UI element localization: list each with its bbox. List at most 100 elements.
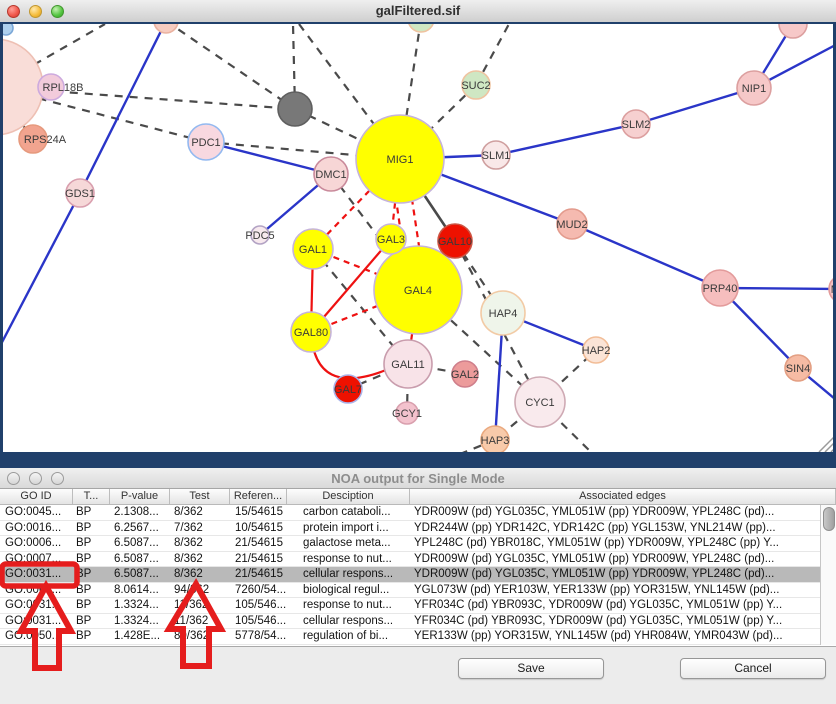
graph-node-toppink[interactable] <box>154 24 178 33</box>
table-cell[interactable]: BP <box>73 583 110 598</box>
table-cell[interactable]: 105/546... <box>230 598 287 613</box>
table-cell[interactable]: GO:0031... <box>0 598 73 613</box>
table-cell[interactable]: 8/362 <box>170 505 230 520</box>
table-row[interactable]: GO:0031...BP1.3324...11/362105/546...cel… <box>0 614 820 630</box>
table-body[interactable]: GO:0045...BP2.1308...8/36215/54615carbon… <box>0 505 820 645</box>
desktop: galFiltered.sif RPL18BRPS24AGDS1PDC1MIG1… <box>0 0 836 704</box>
table-cell[interactable]: 11/362 <box>170 614 230 629</box>
column-header-t[interactable]: T... <box>73 489 110 504</box>
table-cell[interactable]: YDR009W (pd) YGL035C, YML051W (pp) YDR00… <box>410 505 820 520</box>
table-cell[interactable]: 1.428E... <box>110 629 170 644</box>
table-cell[interactable]: YFR034C (pd) YBR093C, YDR009W (pd) YGL03… <box>410 598 820 613</box>
column-header-goid[interactable]: GO ID <box>0 489 73 504</box>
table-row[interactable]: GO:0065...BP8.0614...94/3627260/54...bio… <box>0 583 820 599</box>
table-cell[interactable]: 6.2567... <box>110 521 170 536</box>
table-cell[interactable]: 6.5087... <box>110 552 170 567</box>
save-button[interactable]: Save <box>458 658 604 679</box>
graph-node-bigpink[interactable] <box>3 39 43 135</box>
table-cell[interactable]: regulation of bi... <box>287 629 410 644</box>
table-cell[interactable]: 1.3324... <box>110 614 170 629</box>
table-cell[interactable]: YDR009W (pd) YGL035C, YML051W (pp) YDR00… <box>410 567 820 582</box>
graph-window-titlebar[interactable]: galFiltered.sif <box>0 0 836 23</box>
resize-grip[interactable] <box>831 446 833 452</box>
graph-node-label: MSN <box>831 284 833 296</box>
table-cell[interactable]: 21/54615 <box>230 552 287 567</box>
table-cell[interactable]: GO:0065... <box>0 583 73 598</box>
table-cell[interactable]: 8/362 <box>170 567 230 582</box>
table-cell[interactable]: 6.5087... <box>110 536 170 551</box>
table-cell[interactable]: 21/54615 <box>230 536 287 551</box>
table-cell[interactable]: BP <box>73 567 110 582</box>
table-cell[interactable]: BP <box>73 614 110 629</box>
table-row-selected[interactable]: GO:0031...BP6.5087...8/36221/54615cellul… <box>0 567 820 583</box>
table-cell[interactable]: 6.5087... <box>110 567 170 582</box>
table-cell[interactable]: 5778/54... <box>230 629 287 644</box>
table-row[interactable]: GO:0016...BP6.2567...7/36210/54615protei… <box>0 521 820 537</box>
table-cell[interactable]: 7260/54... <box>230 583 287 598</box>
noa-window-titlebar[interactable]: NOA output for Single Mode <box>0 468 836 489</box>
table-cell[interactable]: 80/362 <box>170 629 230 644</box>
table-cell[interactable]: 10/54615 <box>230 521 287 536</box>
table-cell[interactable]: YER133W (pp) YOR315W, YNL145W (pd) YHR08… <box>410 629 820 644</box>
table-cell[interactable]: 21/54615 <box>230 567 287 582</box>
graph-node-gray[interactable] <box>278 92 312 126</box>
table-cell[interactable]: YPL248C (pd) YBR018C, YML051W (pp) YDR00… <box>410 536 820 551</box>
table-cell[interactable]: biological regul... <box>287 583 410 598</box>
table-cell[interactable]: BP <box>73 536 110 551</box>
column-header-test[interactable]: Test <box>170 489 230 504</box>
table-cell[interactable]: YDR244W (pp) YDR142C, YDR142C (pp) YGL15… <box>410 521 820 536</box>
table-cell[interactable]: 8.0614... <box>110 583 170 598</box>
table-cell[interactable]: BP <box>73 505 110 520</box>
table-cell[interactable]: carbon cataboli... <box>287 505 410 520</box>
graph-node-label: NIP1 <box>742 83 766 95</box>
table-cell[interactable]: YFR034C (pd) YBR093C, YDR009W (pd) YGL03… <box>410 614 820 629</box>
table-row[interactable]: GO:0007...BP6.5087...8/36221/54615respon… <box>0 552 820 568</box>
table-cell[interactable]: GO:0016... <box>0 521 73 536</box>
table-cell[interactable]: BP <box>73 552 110 567</box>
table-cell[interactable]: GO:0007... <box>0 552 73 567</box>
table-cell[interactable]: GO:0050... <box>0 629 73 644</box>
column-header-associatededges[interactable]: Associated edges <box>410 489 836 504</box>
table-cell[interactable]: 7/362 <box>170 521 230 536</box>
table-cell[interactable]: BP <box>73 629 110 644</box>
table-cell[interactable]: GO:0031... <box>0 567 73 582</box>
table-cell[interactable]: 1.3324... <box>110 598 170 613</box>
table-cell[interactable]: GO:0006... <box>0 536 73 551</box>
table-cell[interactable]: 15/54615 <box>230 505 287 520</box>
table-cell[interactable]: 8/362 <box>170 536 230 551</box>
table-cell[interactable]: YDR009W (pd) YGL035C, YML051W (pp) YDR00… <box>410 552 820 567</box>
table-cell[interactable]: GO:0031... <box>0 614 73 629</box>
table-cell[interactable]: cellular respons... <box>287 614 410 629</box>
graph-node-topright[interactable] <box>779 24 807 38</box>
scrollbar-thumb[interactable] <box>823 507 835 531</box>
table-cell[interactable]: GO:0045... <box>0 505 73 520</box>
table-cell[interactable]: cellular respons... <box>287 567 410 582</box>
table-row[interactable]: GO:0045...BP2.1308...8/36215/54615carbon… <box>0 505 820 521</box>
table-cell[interactable]: BP <box>73 521 110 536</box>
cancel-button[interactable]: Cancel <box>680 658 826 679</box>
table-cell[interactable]: protein import i... <box>287 521 410 536</box>
network-canvas[interactable]: RPL18BRPS24AGDS1PDC1MIG1DMC1PDC5SUC2SLM1… <box>3 24 833 452</box>
table-cell[interactable]: BP <box>73 598 110 613</box>
resize-grip[interactable] <box>819 436 833 452</box>
table-cell[interactable]: response to nut... <box>287 598 410 613</box>
table-row[interactable]: GO:0031...BP1.3324...11/362105/546...res… <box>0 598 820 614</box>
column-header-pvalue[interactable]: P-value <box>110 489 170 504</box>
graph-node-label: GAL2 <box>451 369 479 381</box>
table-cell[interactable]: YGL073W (pd) YER103W, YER133W (pp) YOR31… <box>410 583 820 598</box>
graph-node-tinycorner[interactable] <box>3 24 13 35</box>
column-header-desciption[interactable]: Desciption <box>287 489 410 504</box>
table-row[interactable]: GO:0006...BP6.5087...8/36221/54615galact… <box>0 536 820 552</box>
table-cell[interactable]: 11/362 <box>170 598 230 613</box>
vertical-scrollbar[interactable] <box>820 505 836 645</box>
table-cell[interactable]: response to nut... <box>287 552 410 567</box>
table-cell[interactable]: galactose meta... <box>287 536 410 551</box>
table-cell[interactable]: 2.1308... <box>110 505 170 520</box>
graph-node-label: SUC2 <box>461 80 490 92</box>
graph-node-topgreen[interactable] <box>408 24 434 32</box>
table-cell[interactable]: 94/362 <box>170 583 230 598</box>
table-cell[interactable]: 105/546... <box>230 614 287 629</box>
table-row[interactable]: GO:0050...BP1.428E...80/3625778/54...reg… <box>0 629 820 645</box>
column-header-referen[interactable]: Referen... <box>230 489 287 504</box>
table-cell[interactable]: 8/362 <box>170 552 230 567</box>
